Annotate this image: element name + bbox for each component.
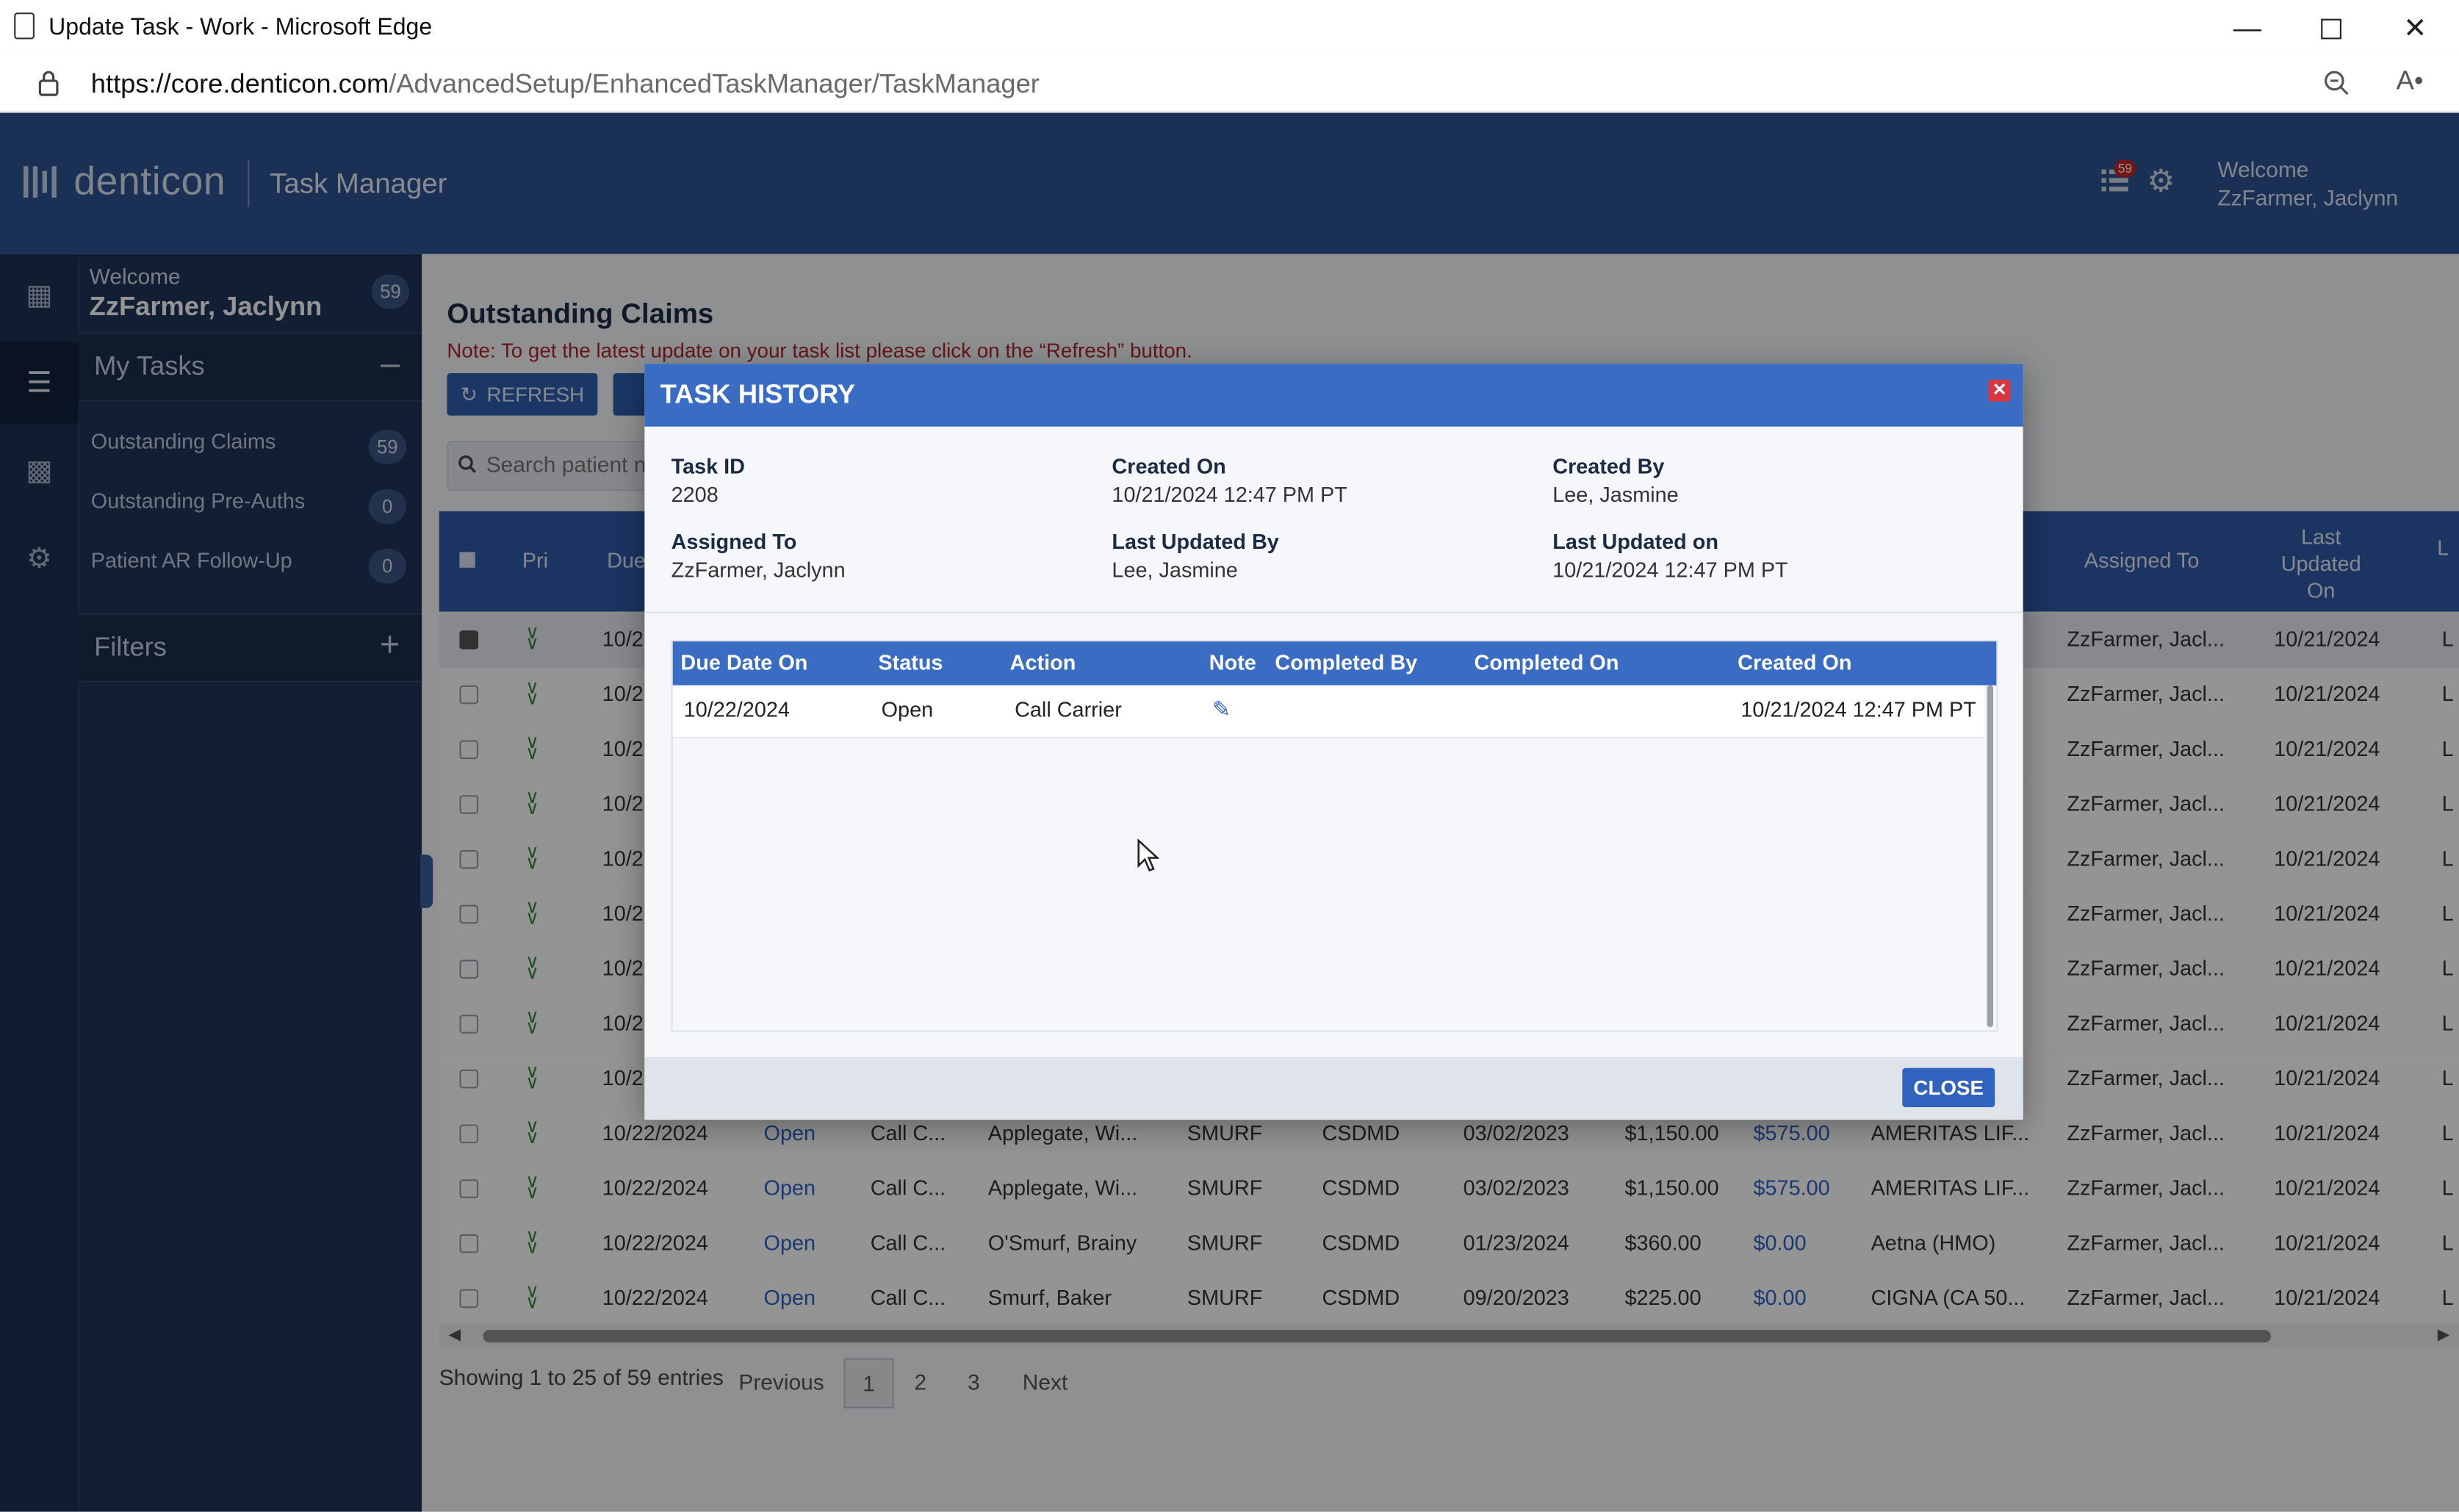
note-pencil-icon[interactable]: ✎ — [1212, 696, 1231, 723]
url-text[interactable]: https://core.denticon.com/AdvancedSetup/… — [91, 69, 1040, 101]
modal-close-icon[interactable]: ✕ — [1988, 379, 2011, 402]
url-path: /AdvancedSetup/EnhancedTaskManager/TaskM… — [389, 68, 1040, 99]
close-button[interactable]: CLOSE — [1902, 1068, 1995, 1108]
task-id-value: 2208 — [671, 483, 719, 507]
modal-header: TASK HISTORY ✕ — [644, 364, 2023, 427]
modal-divider — [644, 611, 2023, 613]
task-id-label: Task ID — [671, 455, 746, 479]
hist-col-created-on[interactable]: Created On — [1738, 651, 1851, 674]
last-updated-by-label: Last Updated By — [1112, 530, 1279, 554]
address-bar[interactable]: https://core.denticon.com/AdvancedSetup/… — [0, 54, 2459, 113]
hist-action: Call Carrier — [1015, 697, 1122, 721]
window-title: Update Task - Work - Microsoft Edge — [48, 14, 433, 41]
hist-col-status[interactable]: Status — [878, 651, 943, 674]
hist-col-due-date-on[interactable]: Due Date On — [680, 651, 807, 674]
created-by-label: Created By — [1552, 455, 1665, 479]
hist-created-on: 10/21/2024 12:47 PM PT — [1740, 697, 1976, 721]
close-window-icon[interactable]: ✕ — [2397, 10, 2434, 47]
assigned-to-value: ZzFarmer, Jaclynn — [671, 558, 846, 582]
maximize-icon[interactable] — [2311, 10, 2349, 47]
created-by-value: Lee, Jasmine — [1552, 483, 1679, 507]
lock-icon — [38, 71, 59, 96]
hist-col-note[interactable]: Note — [1209, 651, 1256, 674]
modal-footer: CLOSE — [644, 1056, 2023, 1120]
hist-due-date: 10/22/2024 — [683, 697, 790, 721]
modal-title: TASK HISTORY — [660, 379, 856, 410]
hist-col-completed-by[interactable]: Completed By — [1275, 651, 1417, 674]
last-updated-on-value: 10/21/2024 12:47 PM PT — [1552, 558, 1788, 582]
history-scrollbar[interactable] — [1987, 685, 1994, 1028]
created-on-label: Created On — [1112, 455, 1226, 479]
minimize-icon[interactable]: — — [2228, 10, 2266, 47]
created-on-value: 10/21/2024 12:47 PM PT — [1112, 483, 1347, 507]
last-updated-by-value: Lee, Jasmine — [1112, 558, 1238, 582]
sidebar-resize-handle[interactable] — [420, 854, 433, 908]
read-aloud-icon[interactable]: A• — [2397, 66, 2424, 98]
page-icon — [14, 12, 35, 40]
hist-status: Open — [881, 697, 934, 721]
last-updated-on-label: Last Updated on — [1552, 530, 1719, 554]
history-table-header: Due Date On Status Action Note Completed… — [672, 641, 1997, 685]
history-row: 10/22/2024 Open Call Carrier ✎ 10/21/202… — [672, 685, 1984, 739]
history-table: Due Date On Status Action Note Completed… — [671, 639, 1998, 1032]
hist-col-completed-on[interactable]: Completed On — [1475, 651, 1619, 674]
url-host: https://core.denticon.com — [90, 68, 389, 99]
zoom-out-icon[interactable] — [2322, 69, 2350, 97]
assigned-to-label: Assigned To — [671, 530, 797, 554]
hist-col-action[interactable]: Action — [1010, 651, 1076, 674]
task-history-modal: TASK HISTORY ✕ Task ID 2208 Created On 1… — [644, 364, 2023, 1120]
browser-title-bar: Update Task - Work - Microsoft Edge — ✕ — [0, 0, 2459, 57]
mouse-cursor-icon — [1137, 839, 1159, 872]
